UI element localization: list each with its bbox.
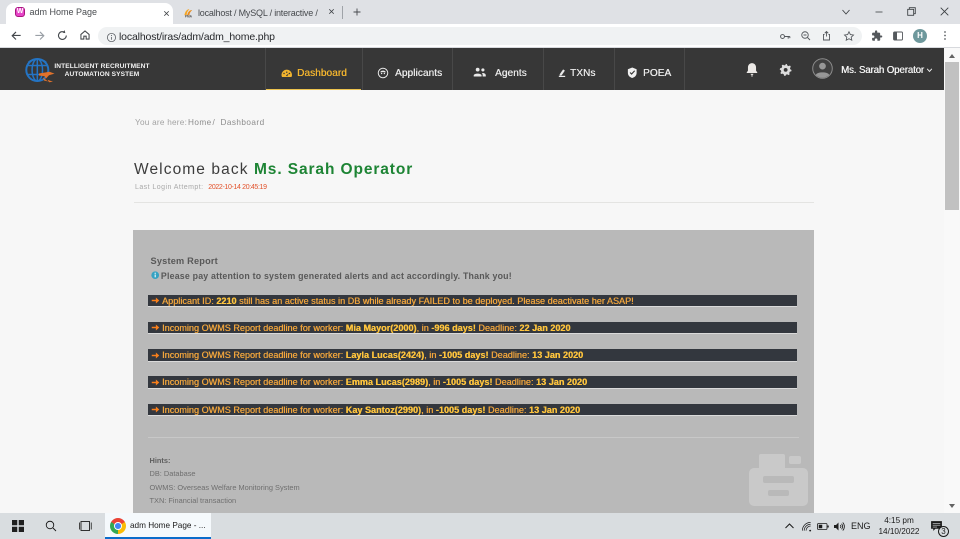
svg-text:PMA: PMA xyxy=(185,15,193,18)
